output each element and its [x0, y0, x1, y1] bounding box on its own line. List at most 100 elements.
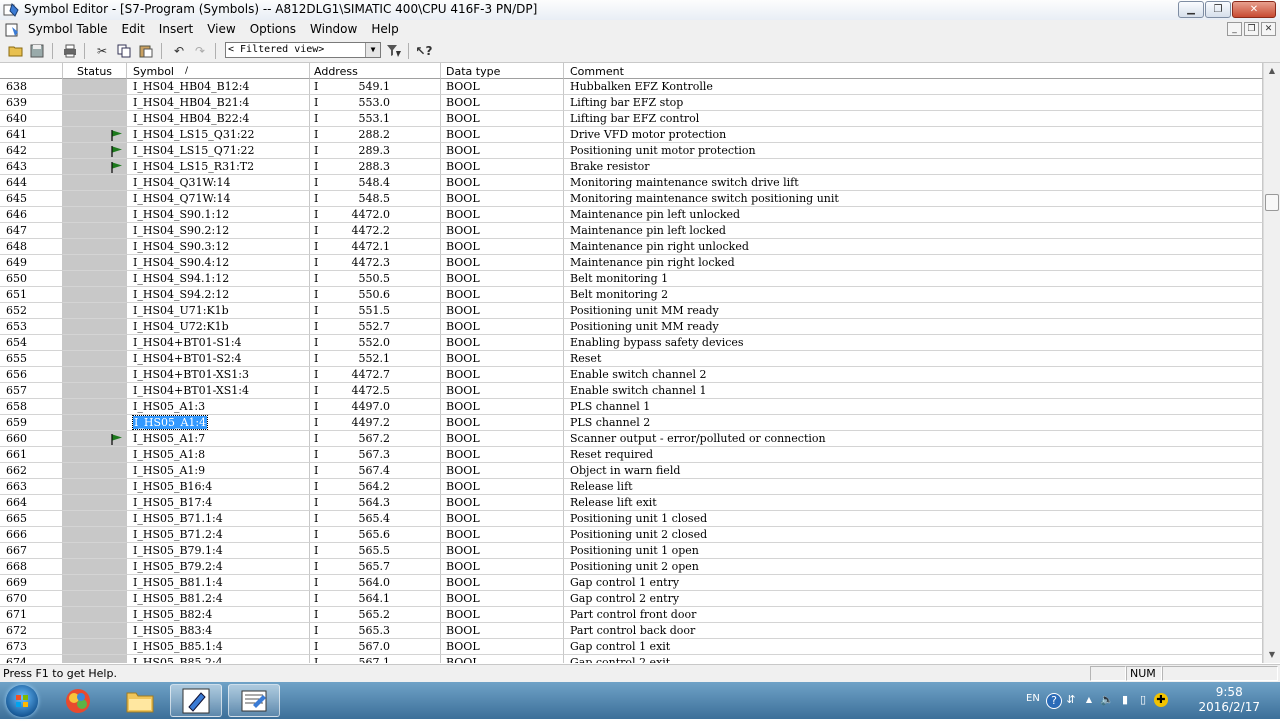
row-comment[interactable]: Lifting bar EFZ control: [564, 111, 1263, 127]
row-address[interactable]: I 565.2: [310, 607, 441, 623]
row-number[interactable]: 643: [0, 159, 63, 175]
table-row[interactable]: 650 I_HS04_S94.1:12 I 550.5 BOOL Belt monitor…: [0, 271, 1263, 287]
row-address[interactable]: I 4472.3: [310, 255, 441, 271]
row-symbol[interactable]: I_HS04_U71:K1b: [127, 303, 310, 319]
row-number[interactable]: 670: [0, 591, 63, 607]
row-comment[interactable]: Part control front door: [564, 607, 1263, 623]
row-number[interactable]: 655: [0, 351, 63, 367]
table-row[interactable]: 656 I_HS04+BT01-XS1:3 I 4472.7 BOOL Enable sw…: [0, 367, 1263, 383]
menu-options[interactable]: Options: [250, 22, 296, 36]
table-row[interactable]: 657 I_HS04+BT01-XS1:4 I 4472.5 BOOL Enable sw…: [0, 383, 1263, 399]
row-status[interactable]: [63, 159, 127, 175]
row-number[interactable]: 663: [0, 479, 63, 495]
row-symbol[interactable]: I_HS05_A1:3: [127, 399, 310, 415]
row-data-type[interactable]: BOOL: [441, 607, 564, 623]
start-button[interactable]: [6, 685, 38, 717]
paste-icon[interactable]: [138, 43, 154, 59]
row-comment[interactable]: PLS channel 1: [564, 399, 1263, 415]
row-symbol[interactable]: I_HS05_B17:4: [127, 495, 310, 511]
row-comment[interactable]: Positioning unit 1 closed: [564, 511, 1263, 527]
row-data-type[interactable]: BOOL: [441, 479, 564, 495]
row-data-type[interactable]: BOOL: [441, 431, 564, 447]
table-row[interactable]: 644 I_HS04_Q31W:14 I 548.4 BOOL Monitoring ma…: [0, 175, 1263, 191]
table-row[interactable]: 665 I_HS05_B71.1:4 I 565.4 BOOL Positioning u…: [0, 511, 1263, 527]
menu-symbol-table[interactable]: Symbol Table: [28, 22, 108, 36]
mdi-close-button[interactable]: ✕: [1261, 22, 1276, 36]
battery-icon[interactable]: ▯: [1136, 693, 1150, 707]
row-comment[interactable]: Positioning unit MM ready: [564, 303, 1263, 319]
notification-icon[interactable]: ✚: [1154, 693, 1168, 707]
row-status[interactable]: [63, 463, 127, 479]
row-symbol[interactable]: I_HS05_B83:4: [127, 623, 310, 639]
row-status[interactable]: [63, 175, 127, 191]
row-comment[interactable]: PLS channel 2: [564, 415, 1263, 431]
maximize-button[interactable]: ❐: [1205, 1, 1231, 18]
table-row[interactable]: 648 I_HS04_S90.3:12 I 4472.1 BOOL Maintenance…: [0, 239, 1263, 255]
help-icon[interactable]: ?: [1046, 693, 1062, 709]
row-comment[interactable]: Maintenance pin left locked: [564, 223, 1263, 239]
row-data-type[interactable]: BOOL: [441, 463, 564, 479]
row-number[interactable]: 654: [0, 335, 63, 351]
row-number[interactable]: 639: [0, 95, 63, 111]
scroll-thumb[interactable]: [1265, 194, 1279, 211]
row-address[interactable]: I 567.4: [310, 463, 441, 479]
input-options-icon[interactable]: ⇵: [1064, 693, 1078, 707]
menu-view[interactable]: View: [207, 22, 235, 36]
row-status[interactable]: [63, 415, 127, 431]
mdi-restore-button[interactable]: ❐: [1244, 22, 1259, 36]
row-symbol[interactable]: I_HS04_S90.1:12: [127, 207, 310, 223]
row-data-type[interactable]: BOOL: [441, 207, 564, 223]
row-symbol[interactable]: I_HS05_B79.2:4: [127, 559, 310, 575]
table-row[interactable]: 666 I_HS05_B71.2:4 I 565.6 BOOL Positioning u…: [0, 527, 1263, 543]
table-row[interactable]: 646 I_HS04_S90.1:12 I 4472.0 BOOL Maintenance…: [0, 207, 1263, 223]
row-status[interactable]: [63, 367, 127, 383]
row-status[interactable]: [63, 223, 127, 239]
scroll-up-arrow-icon[interactable]: ▲: [1266, 65, 1278, 77]
taskbar-app-simatic-manager[interactable]: [170, 684, 222, 717]
row-symbol[interactable]: I_HS04_S94.2:12: [127, 287, 310, 303]
row-status[interactable]: [63, 559, 127, 575]
row-address[interactable]: I 288.2: [310, 127, 441, 143]
row-status[interactable]: [63, 607, 127, 623]
table-row[interactable]: 651 I_HS04_S94.2:12 I 550.6 BOOL Belt monitor…: [0, 287, 1263, 303]
row-data-type[interactable]: BOOL: [441, 79, 564, 95]
row-comment[interactable]: Maintenance pin left unlocked: [564, 207, 1263, 223]
row-comment[interactable]: Gap control 1 entry: [564, 575, 1263, 591]
table-row[interactable]: 664 I_HS05_B17:4 I 564.3 BOOL Release lift ex…: [0, 495, 1263, 511]
row-address[interactable]: I 564.3: [310, 495, 441, 511]
row-comment[interactable]: Monitoring maintenance switch positionin…: [564, 191, 1263, 207]
row-status[interactable]: [63, 431, 127, 447]
row-symbol[interactable]: I_HS04_HB04_B21:4: [127, 95, 310, 111]
row-address[interactable]: I 565.7: [310, 559, 441, 575]
row-number[interactable]: 648: [0, 239, 63, 255]
row-address[interactable]: I 567.0: [310, 639, 441, 655]
row-comment[interactable]: Brake resistor: [564, 159, 1263, 175]
minimize-button[interactable]: ▁: [1178, 1, 1204, 18]
row-status[interactable]: [63, 319, 127, 335]
taskbar-app-symbol-editor[interactable]: [228, 684, 280, 717]
row-status[interactable]: [63, 575, 127, 591]
row-status[interactable]: [63, 591, 127, 607]
row-data-type[interactable]: BOOL: [441, 287, 564, 303]
row-symbol[interactable]: I_HS04_LS15_Q31:22: [127, 127, 310, 143]
mdi-minimize-button[interactable]: _: [1227, 22, 1242, 36]
row-data-type[interactable]: BOOL: [441, 223, 564, 239]
row-address[interactable]: I 567.2: [310, 431, 441, 447]
row-symbol[interactable]: I_HS04_LS15_Q71:22: [127, 143, 310, 159]
row-symbol[interactable]: I_HS04_S90.2:12: [127, 223, 310, 239]
table-row[interactable]: 638 I_HS04_HB04_B12:4 I 549.1 BOOL Hubbalken …: [0, 79, 1263, 95]
row-data-type[interactable]: BOOL: [441, 527, 564, 543]
row-number[interactable]: 650: [0, 271, 63, 287]
row-address[interactable]: I 565.3: [310, 623, 441, 639]
symbol-editor-app-icon[interactable]: [3, 2, 19, 18]
row-data-type[interactable]: BOOL: [441, 95, 564, 111]
header-row-number[interactable]: [0, 63, 63, 79]
row-address[interactable]: I 288.3: [310, 159, 441, 175]
row-address[interactable]: I 4472.0: [310, 207, 441, 223]
row-comment[interactable]: Reset: [564, 351, 1263, 367]
row-comment[interactable]: Enable switch channel 1: [564, 383, 1263, 399]
row-number[interactable]: 671: [0, 607, 63, 623]
clock[interactable]: 9:58 2016/2/17: [1198, 685, 1260, 715]
row-data-type[interactable]: BOOL: [441, 239, 564, 255]
row-address[interactable]: I 564.1: [310, 591, 441, 607]
